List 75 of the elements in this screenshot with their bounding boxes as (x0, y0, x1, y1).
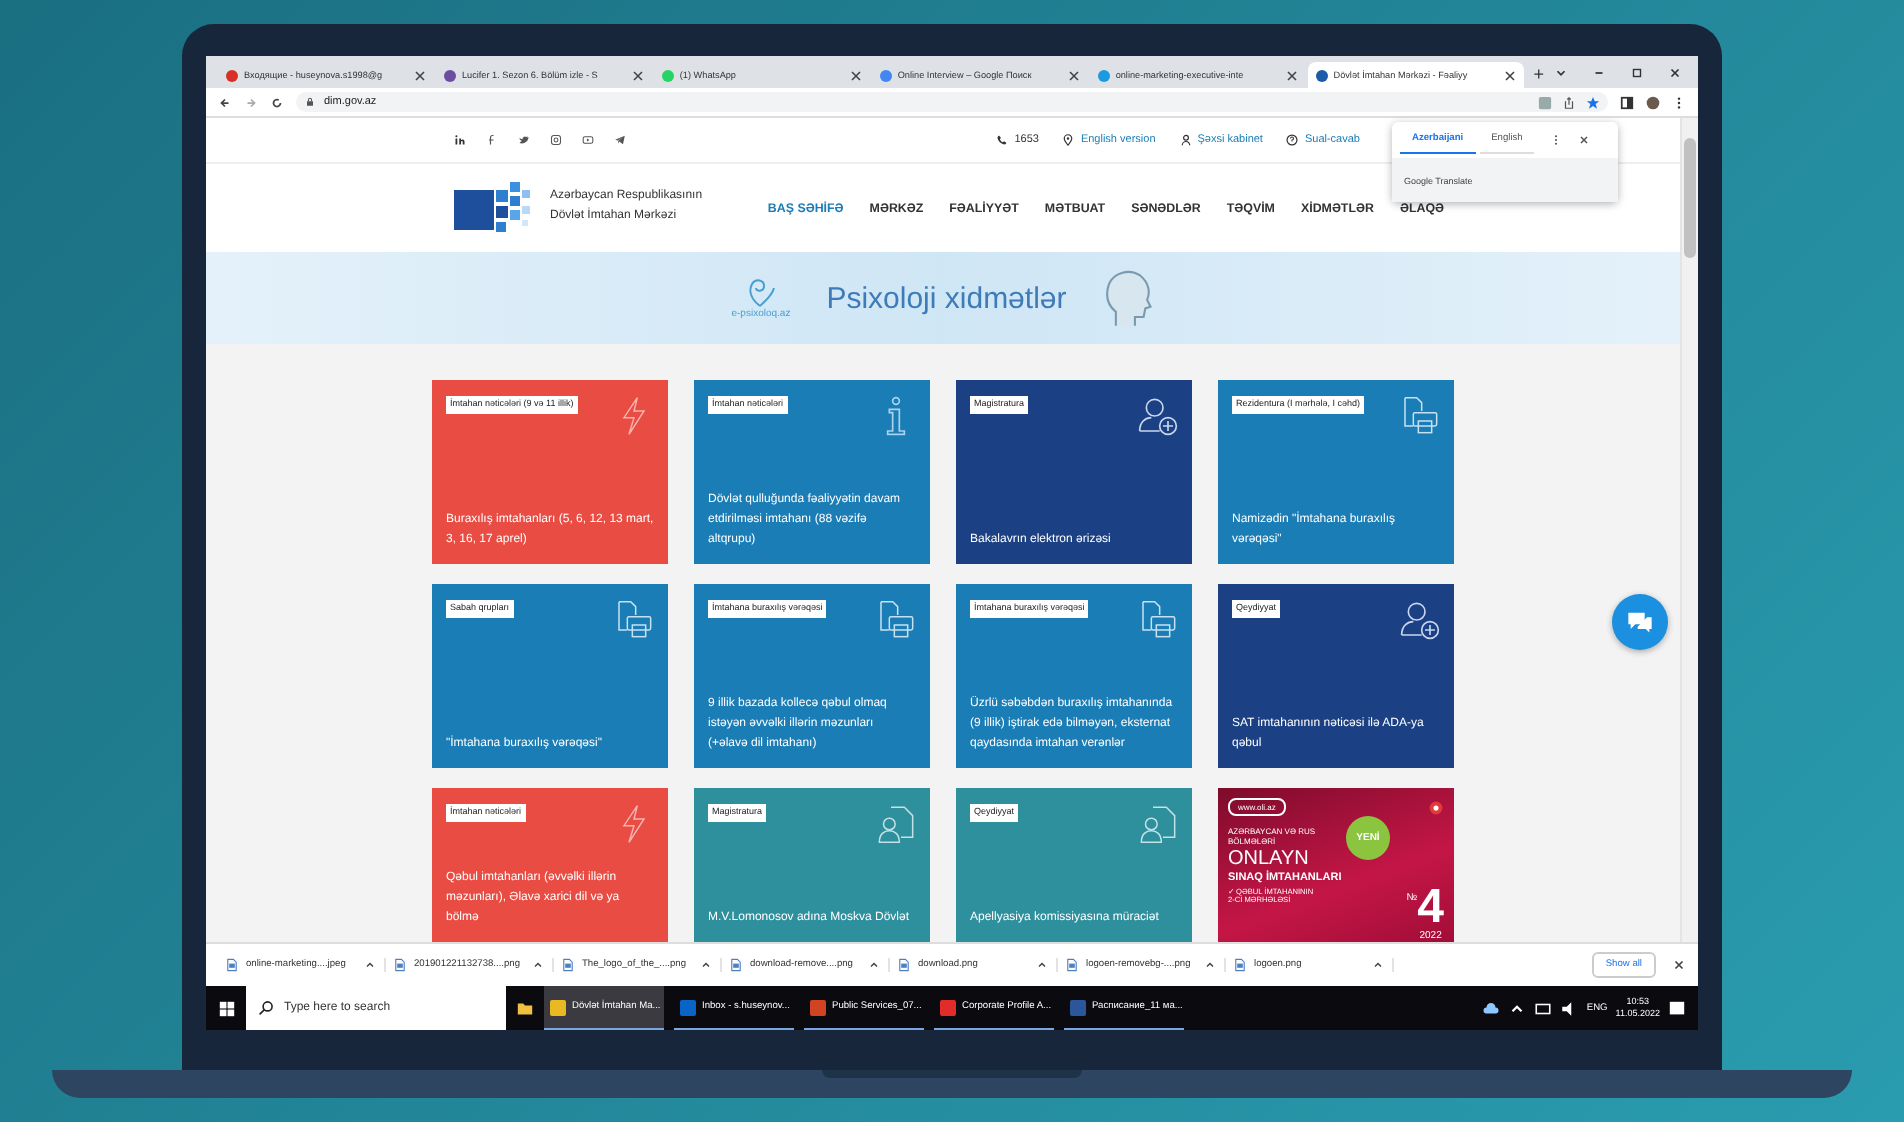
sidebar-icon[interactable] (1620, 95, 1634, 109)
favicon-icon (443, 69, 456, 81)
linkedin-icon[interactable] (454, 134, 466, 146)
close-icon[interactable] (1067, 69, 1080, 81)
profile-avatar-icon[interactable] (1646, 95, 1660, 109)
phone-icon (996, 134, 1009, 146)
back-icon[interactable] (218, 95, 232, 109)
favicon-icon (1315, 69, 1328, 81)
twitter-icon[interactable] (518, 134, 530, 146)
instagram-icon[interactable] (550, 134, 562, 146)
promo-number: 4 (1417, 886, 1444, 930)
user-document-icon (1138, 804, 1178, 844)
app-icon (940, 999, 956, 1015)
favicon-icon (226, 69, 238, 81)
chevron-up-icon (1372, 958, 1384, 972)
close-icon[interactable] (413, 69, 426, 81)
chevron-up-icon (532, 958, 544, 972)
user-add-icon (1400, 600, 1440, 640)
chevron-up-icon (700, 958, 712, 972)
chevron-up-icon (1204, 958, 1216, 972)
user-icon (1179, 134, 1192, 146)
chat-button[interactable] (1612, 594, 1668, 650)
chevron-up-icon (1036, 958, 1048, 972)
file-icon (898, 958, 910, 972)
app-icon (810, 999, 826, 1015)
share-icon[interactable] (1562, 95, 1576, 109)
favicon-icon (1097, 69, 1110, 81)
file-icon (730, 958, 742, 972)
star-icon[interactable] (1586, 95, 1600, 109)
help-icon (1286, 134, 1299, 146)
windows-start-icon[interactable] (218, 999, 236, 1017)
close-icon[interactable] (1672, 958, 1686, 972)
file-icon (1066, 958, 1078, 972)
facebook-icon[interactable] (486, 134, 498, 146)
close-icon[interactable] (1668, 65, 1682, 79)
scrollbar[interactable] (1680, 118, 1698, 942)
banner-title: Psixoloji xidmətlər (826, 281, 1067, 315)
restore-icon[interactable] (1630, 65, 1644, 79)
close-icon[interactable] (849, 69, 862, 81)
favicon-icon (661, 69, 674, 81)
close-icon[interactable] (1578, 134, 1591, 146)
location-pin-icon (1062, 134, 1075, 146)
file-icon (394, 958, 406, 972)
printer-icon (1400, 396, 1440, 436)
chat-icon (1626, 608, 1654, 636)
app-icon (1070, 999, 1086, 1015)
file-icon (1234, 958, 1246, 972)
chevron-down-icon[interactable] (1554, 65, 1568, 79)
user-document-icon (876, 804, 916, 844)
close-icon[interactable] (631, 69, 644, 81)
new-tab-button[interactable]: + (1525, 62, 1552, 88)
file-icon (226, 958, 238, 972)
logo-drawing (454, 182, 534, 234)
lock-icon (304, 96, 316, 108)
folder-icon[interactable] (516, 999, 534, 1017)
network-icon[interactable] (1534, 999, 1553, 1017)
search-icon (258, 1000, 274, 1016)
promo-title: ONLAYN (1228, 848, 1311, 870)
file-icon (562, 958, 574, 972)
favicon-icon (879, 69, 892, 81)
app-icon (680, 999, 696, 1015)
cloud-icon[interactable] (1482, 999, 1501, 1017)
user-add-icon (1138, 396, 1178, 436)
printer-icon (876, 600, 916, 640)
youtube-icon[interactable] (582, 134, 594, 146)
app-icon (550, 999, 566, 1015)
reload-icon[interactable] (270, 95, 284, 109)
close-icon[interactable] (1285, 69, 1298, 81)
chevron-up-icon (364, 958, 376, 972)
printer-icon (614, 600, 654, 640)
close-icon[interactable] (1503, 69, 1516, 81)
chevron-up-icon (868, 958, 880, 972)
printer-icon (1138, 600, 1178, 640)
telegram-icon[interactable] (614, 134, 626, 146)
menu-icon[interactable] (1672, 95, 1686, 109)
